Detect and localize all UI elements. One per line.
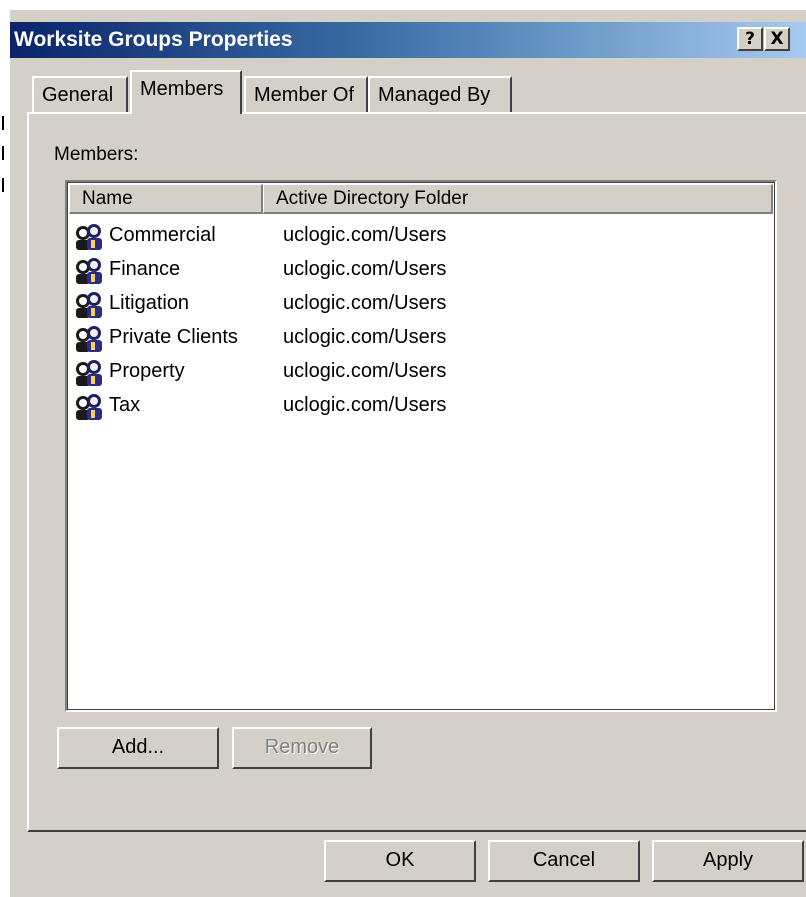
member-folder: uclogic.com/Users [283, 360, 447, 382]
group-icon [76, 360, 102, 386]
member-name: Private Clients [109, 326, 238, 348]
properties-dialog: Worksite Groups Properties ? X General M… [8, 8, 806, 897]
title-bar[interactable]: Worksite Groups Properties ? X [10, 22, 806, 58]
list-item[interactable]: Property uclogic.com/Users [67, 354, 767, 388]
tab-managed-by[interactable]: Managed By [368, 76, 512, 112]
column-header-name[interactable]: Name [69, 184, 263, 214]
group-icon [76, 292, 102, 318]
edge-mark [2, 146, 4, 160]
member-folder: uclogic.com/Users [283, 224, 447, 246]
member-folder: uclogic.com/Users [283, 394, 447, 416]
close-button[interactable]: X [764, 27, 790, 51]
member-folder: uclogic.com/Users [283, 292, 447, 314]
member-folder: uclogic.com/Users [283, 326, 447, 348]
add-button[interactable]: Add... [57, 727, 219, 769]
member-name: Tax [109, 394, 141, 416]
group-icon [76, 394, 102, 420]
cancel-button[interactable]: Cancel [488, 840, 640, 882]
apply-button[interactable]: Apply [652, 840, 804, 882]
list-item[interactable]: Private Clients uclogic.com/Users [67, 320, 767, 354]
group-icon [76, 224, 102, 250]
group-icon [76, 326, 102, 352]
members-label: Members: [54, 144, 139, 165]
list-item[interactable]: Litigation uclogic.com/Users [67, 286, 767, 320]
tab-member-of[interactable]: Member Of [244, 76, 368, 112]
column-header-folder[interactable]: Active Directory Folder [263, 184, 773, 214]
members-list[interactable]: Name Active Directory Folder Commercial … [65, 180, 777, 712]
member-name: Commercial [109, 224, 216, 246]
window-title: Worksite Groups Properties [14, 28, 293, 51]
edge-mark [2, 116, 4, 130]
ok-button[interactable]: OK [324, 840, 476, 882]
member-name: Finance [109, 258, 181, 280]
member-name: Litigation [109, 292, 190, 314]
list-item[interactable]: Tax uclogic.com/Users [67, 388, 767, 422]
tab-general[interactable]: General [32, 76, 128, 112]
list-item[interactable]: Commercial uclogic.com/Users [67, 218, 767, 252]
help-button[interactable]: ? [737, 27, 763, 51]
member-name: Property [109, 360, 185, 382]
tab-members[interactable]: Members [130, 70, 242, 114]
group-icon [76, 258, 102, 284]
remove-button[interactable]: Remove [232, 727, 372, 769]
list-item[interactable]: Finance uclogic.com/Users [67, 252, 767, 286]
edge-mark [2, 178, 4, 192]
member-rows: Commercial uclogic.com/Users Finance ucl… [67, 218, 767, 422]
desktop-edge [0, 0, 8, 897]
member-folder: uclogic.com/Users [283, 258, 447, 280]
